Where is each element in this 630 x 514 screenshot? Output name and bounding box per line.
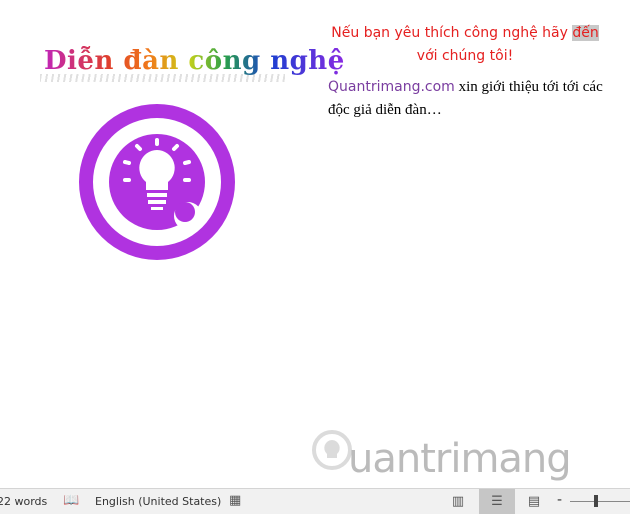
document-page[interactable]: Diễn đàn công nghệ Nếu bạn yêu thích côn…: [0, 0, 630, 488]
wordart-title[interactable]: Diễn đàn công nghệ: [44, 46, 345, 76]
lightbulb-logo-icon[interactable]: [78, 104, 238, 264]
web-layout-icon: ▤: [527, 494, 541, 509]
red-text-end: với chúng tôi!: [416, 48, 514, 64]
word-count[interactable]: 22 words: [0, 495, 47, 508]
brand-name: Quantrimang.com: [328, 79, 455, 95]
watermark-text: uantrimang: [348, 436, 572, 482]
status-bar: 22 words 📖 English (United States) ▦ ▥ ☰…: [0, 488, 630, 514]
zoom-slider-track[interactable]: [570, 501, 630, 502]
zoom-slider-thumb[interactable]: [594, 495, 598, 507]
print-layout-button[interactable]: ☰: [479, 489, 515, 514]
print-layout-icon: ☰: [491, 494, 503, 509]
red-text: Nếu bạn yêu thích công nghệ hãy: [331, 25, 573, 41]
highlighted-word[interactable]: đến: [572, 25, 599, 41]
macro-recording-icon[interactable]: ▦: [229, 493, 241, 508]
proofing-icon[interactable]: 📖: [63, 493, 79, 508]
web-layout-button[interactable]: ▤: [516, 489, 552, 514]
intro-paragraph[interactable]: Quantrimang.com xin giới thiệu tới tới c…: [328, 76, 608, 122]
watermark-bulb-icon: [312, 430, 352, 470]
zoom-out-button[interactable]: -: [557, 492, 562, 508]
read-mode-button[interactable]: ▥: [440, 489, 476, 514]
red-invitation-text[interactable]: Nếu bạn yêu thích công nghệ hãy đến với …: [330, 22, 600, 68]
read-mode-icon: ▥: [451, 494, 465, 509]
language-indicator[interactable]: English (United States): [95, 495, 221, 508]
